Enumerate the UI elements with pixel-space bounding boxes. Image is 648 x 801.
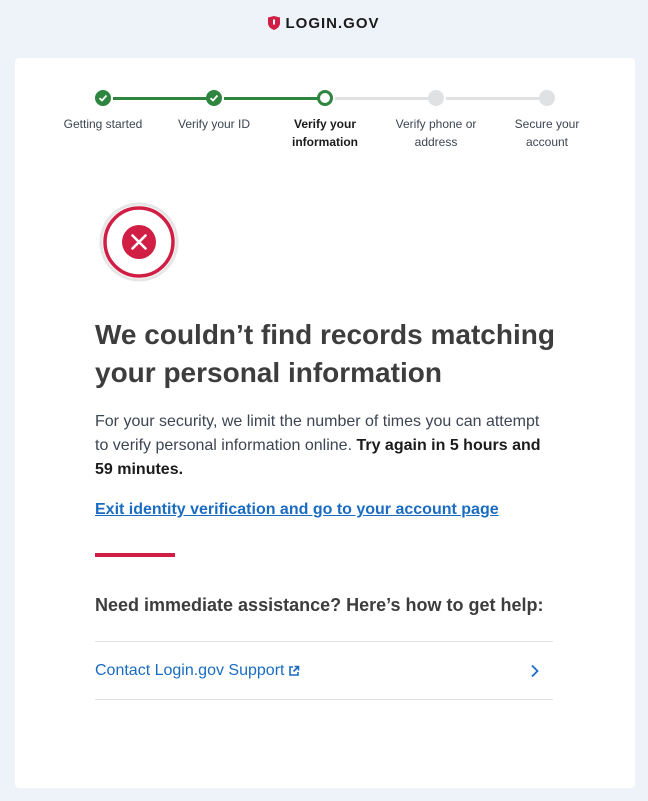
check-icon xyxy=(98,94,108,102)
help-heading: Need immediate assistance? Here’s how to… xyxy=(95,595,544,615)
step-upcoming-icon xyxy=(428,90,444,106)
site-banner: LOGIN.GOV xyxy=(0,0,648,46)
content-card: Getting started Verify your ID Verify yo… xyxy=(15,58,635,788)
external-link-icon xyxy=(289,665,300,676)
contact-support-link[interactable]: Contact Login.gov Support xyxy=(95,662,300,680)
login-gov-logo[interactable]: LOGIN.GOV xyxy=(268,15,379,32)
step-upcoming-icon xyxy=(539,90,555,106)
contact-support-row[interactable]: Contact Login.gov Support xyxy=(95,641,553,700)
step-current-icon xyxy=(317,90,333,106)
step-complete-icon xyxy=(95,90,111,106)
step-label-verify-information: Verify your information xyxy=(292,117,358,149)
step-complete-icon xyxy=(206,90,222,106)
error-icon xyxy=(99,202,179,282)
step-label-secure-account: Secure your account xyxy=(514,117,580,149)
shield-icon xyxy=(268,16,281,30)
step-label-getting-started: Getting started xyxy=(63,117,143,131)
section-divider xyxy=(95,553,175,557)
step-connector xyxy=(335,97,431,100)
logo-text: LOGIN.GOV xyxy=(285,14,380,32)
step-connector xyxy=(446,97,542,100)
step-indicator: Getting started Verify your ID Verify yo… xyxy=(15,89,635,169)
step-connector xyxy=(224,97,320,100)
check-icon xyxy=(209,94,219,102)
error-message: For your security, we limit the number o… xyxy=(95,410,555,482)
contact-support-label: Contact Login.gov Support xyxy=(95,661,285,679)
step-label-verify-phone: Verify phone or address xyxy=(395,117,477,149)
page-title: We couldn’t find records matching your p… xyxy=(95,319,555,388)
chevron-right-icon xyxy=(531,664,539,677)
step-label-verify-id: Verify your ID xyxy=(177,117,251,131)
step-connector xyxy=(113,97,209,100)
exit-verification-link[interactable]: Exit identity verification and go to you… xyxy=(95,498,499,522)
